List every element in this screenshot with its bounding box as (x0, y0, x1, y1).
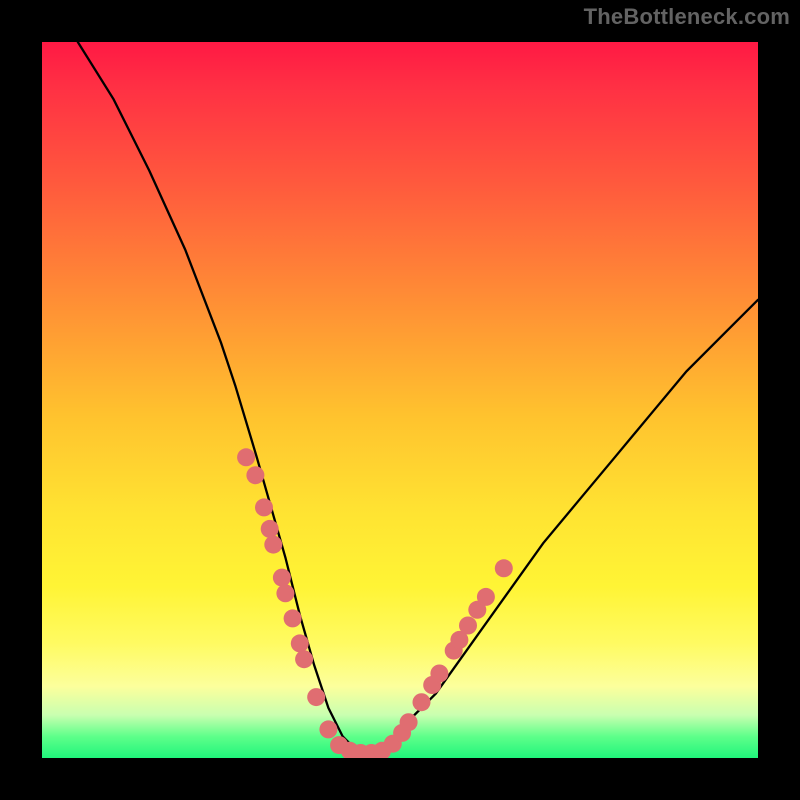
chart-frame: TheBottleneck.com (0, 0, 800, 800)
curve-marker (276, 584, 294, 602)
curve-marker (291, 634, 309, 652)
bottleneck-curve-svg (42, 42, 758, 758)
watermark-text: TheBottleneck.com (584, 4, 790, 30)
curve-marker (261, 520, 279, 538)
curve-marker (430, 665, 448, 683)
curve-marker (237, 448, 255, 466)
curve-marker (284, 609, 302, 627)
plot-area (42, 42, 758, 758)
curve-marker (273, 569, 291, 587)
curve-marker (295, 650, 313, 668)
bottleneck-curve-path (78, 42, 758, 758)
curve-marker (477, 588, 495, 606)
curve-marker (495, 559, 513, 577)
curve-marker (255, 498, 273, 516)
curve-marker (459, 617, 477, 635)
curve-marker (319, 720, 337, 738)
curve-marker (413, 693, 431, 711)
curve-markers (237, 448, 513, 758)
curve-marker (264, 536, 282, 554)
curve-marker (246, 466, 264, 484)
curve-marker (307, 688, 325, 706)
curve-marker (400, 713, 418, 731)
